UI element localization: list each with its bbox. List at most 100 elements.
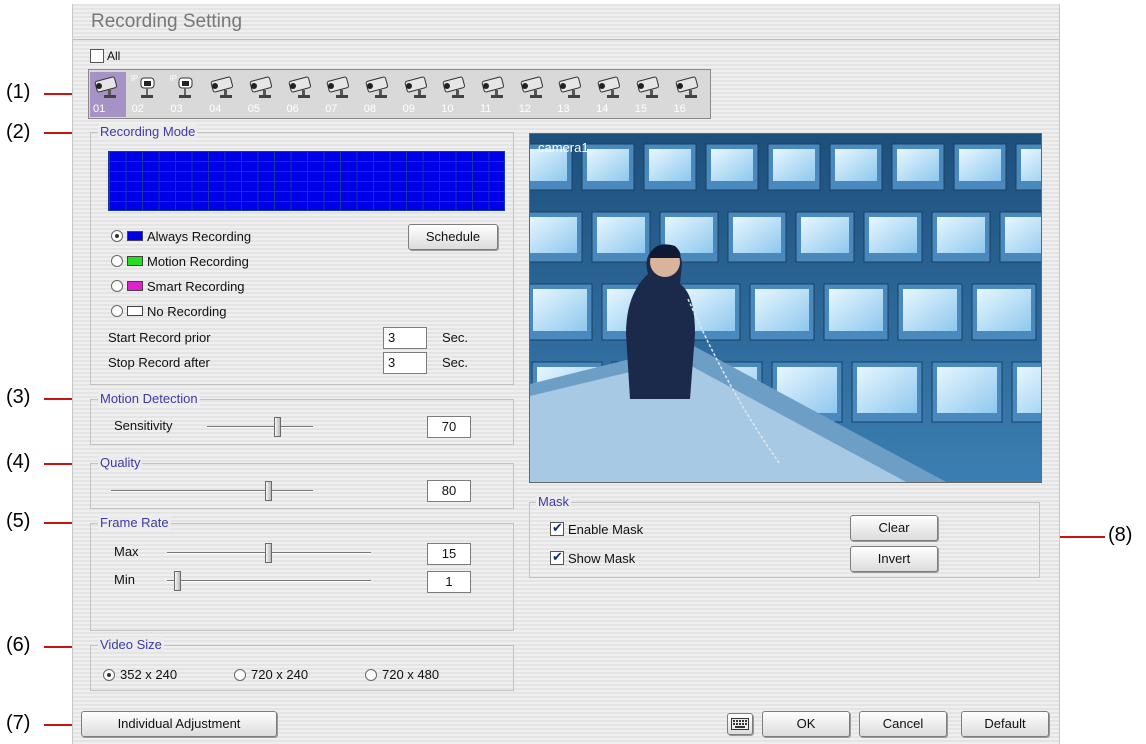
quality-value: 80	[427, 480, 471, 502]
show-mask-checkbox[interactable]	[550, 549, 564, 565]
video-size-720x240-radio[interactable]	[234, 669, 246, 681]
stop-record-after-input[interactable]: 3	[383, 352, 427, 374]
cancel-button[interactable]: Cancel	[859, 711, 947, 737]
frame-rate-min-slider-track[interactable]	[167, 580, 371, 582]
motion-recording-swatch	[127, 256, 143, 266]
camera-number: 03	[170, 103, 183, 115]
no-recording-label: No Recording	[147, 304, 227, 319]
quality-slider-thumb[interactable]	[265, 481, 272, 501]
always-recording-label: Always Recording	[147, 229, 252, 244]
quality-slider-track[interactable]	[111, 490, 313, 492]
mask-legend: Mask	[536, 494, 572, 509]
start-record-prior-unit: Sec.	[442, 330, 469, 345]
camera-button-13[interactable]: 13	[554, 72, 590, 117]
frame-rate-max-label: Max	[114, 544, 139, 559]
mask-group: Mask Enable Mask Show Mask Clear Invert	[529, 494, 1040, 578]
ip-tag: IP	[130, 74, 139, 83]
camera-icon	[675, 76, 698, 98]
camera-preview[interactable]: camera1	[529, 133, 1042, 483]
smart-recording-radio[interactable]	[111, 280, 123, 292]
quality-group: Quality 80	[90, 455, 514, 509]
callout-1: (1)	[6, 81, 31, 103]
video-size-legend: Video Size	[98, 637, 164, 652]
smart-recording-label: Smart Recording	[147, 279, 245, 294]
camera-selector-strip: 01 IP 02 IP 03 04 05 06 07 08 09 10 11 12 13 14 15 16	[88, 69, 711, 119]
camera-button-9[interactable]: 09	[400, 72, 436, 117]
default-button[interactable]: Default	[961, 711, 1049, 737]
stop-record-after-label: Stop Record after	[108, 355, 210, 370]
stop-record-after-unit: Sec.	[442, 355, 469, 370]
frame-rate-legend: Frame Rate	[98, 515, 171, 530]
camera-button-8[interactable]: 08	[361, 72, 397, 117]
callout-7: (7)	[6, 712, 31, 734]
individual-adjustment-button[interactable]: Individual Adjustment	[81, 711, 277, 737]
camera-number: 02	[131, 103, 144, 115]
camera-number: 08	[363, 103, 377, 115]
camera-button-7[interactable]: 07	[322, 72, 358, 117]
no-recording-swatch	[127, 306, 143, 316]
camera-button-4[interactable]: 04	[206, 72, 242, 117]
camera-number: 06	[286, 103, 299, 115]
frame-rate-max-slider-thumb[interactable]	[265, 543, 272, 563]
ip-tag: IP	[169, 74, 177, 83]
start-record-prior-input[interactable]: 3	[383, 327, 427, 349]
sensitivity-slider-thumb[interactable]	[274, 417, 281, 437]
enable-mask-checkbox[interactable]	[550, 520, 564, 536]
camera-button-1[interactable]: 01	[90, 72, 126, 117]
camera-icon	[559, 76, 582, 98]
recording-mode-legend: Recording Mode	[98, 124, 198, 139]
recording-mode-group: Recording Mode Always Recording Motion R…	[90, 124, 514, 385]
recording-setting-window: Recording Setting All 01 IP 02 IP 03 04 05 06 07…	[72, 4, 1060, 744]
sensitivity-slider-track[interactable]	[207, 426, 313, 428]
smart-recording-swatch	[127, 281, 143, 291]
camera-icon	[520, 76, 543, 98]
camera-number: 15	[634, 103, 648, 115]
motion-recording-label: Motion Recording	[147, 254, 249, 269]
schedule-button[interactable]: Schedule	[408, 224, 498, 250]
camera-icon	[94, 76, 118, 98]
camera-button-10[interactable]: 10	[438, 72, 474, 117]
callout-6: (6)	[6, 634, 31, 656]
video-size-720x480-radio[interactable]	[365, 669, 377, 681]
video-size-352x240-label: 352 x 240	[120, 667, 178, 682]
camera-button-6[interactable]: 06	[284, 72, 320, 117]
frame-rate-min-slider-thumb[interactable]	[174, 571, 181, 591]
camera-button-5[interactable]: 05	[245, 72, 281, 117]
camera-button-14[interactable]: 14	[593, 72, 629, 117]
camera-icon	[326, 76, 350, 98]
camera-number: 14	[596, 103, 609, 115]
camera-icon	[404, 76, 427, 98]
camera-button-16[interactable]: 16	[671, 72, 707, 117]
always-recording-radio[interactable]	[111, 230, 123, 242]
camera-button-15[interactable]: 15	[632, 72, 668, 117]
title-divider	[73, 39, 1059, 40]
all-checkbox-label: All	[107, 49, 121, 63]
schedule-grid[interactable]	[108, 151, 505, 211]
preview-camera-label: camera1	[538, 140, 589, 155]
sensitivity-label: Sensitivity	[114, 418, 173, 433]
camera-number: 12	[518, 103, 531, 115]
window-title: Recording Setting	[91, 11, 243, 32]
camera-button-2[interactable]: IP 02	[129, 72, 165, 117]
video-size-720x240-label: 720 x 240	[251, 667, 309, 682]
motion-detection-legend: Motion Detection	[98, 391, 200, 406]
camera-button-11[interactable]: 11	[477, 72, 513, 117]
mask-clear-button[interactable]: Clear	[850, 515, 938, 541]
camera-number: 11	[480, 103, 492, 115]
camera-button-12[interactable]: 12	[516, 72, 552, 117]
motion-detection-group: Motion Detection Sensitivity 70	[90, 391, 514, 445]
camera-icon	[249, 76, 272, 98]
camera-number: 01	[93, 103, 106, 115]
surveillance-room-image	[530, 134, 1041, 482]
ok-button[interactable]: OK	[762, 711, 850, 737]
camera-button-3[interactable]: IP 03	[167, 72, 203, 117]
start-record-prior-label: Start Record prior	[108, 330, 211, 345]
keyboard-button[interactable]	[727, 713, 753, 735]
motion-recording-radio[interactable]	[111, 255, 123, 267]
all-checkbox[interactable]	[90, 49, 104, 63]
video-size-352x240-radio[interactable]	[103, 669, 115, 681]
frame-rate-max-value: 15	[427, 543, 471, 565]
camera-number: 13	[557, 103, 570, 115]
mask-invert-button[interactable]: Invert	[850, 546, 938, 572]
no-recording-radio[interactable]	[111, 305, 123, 317]
